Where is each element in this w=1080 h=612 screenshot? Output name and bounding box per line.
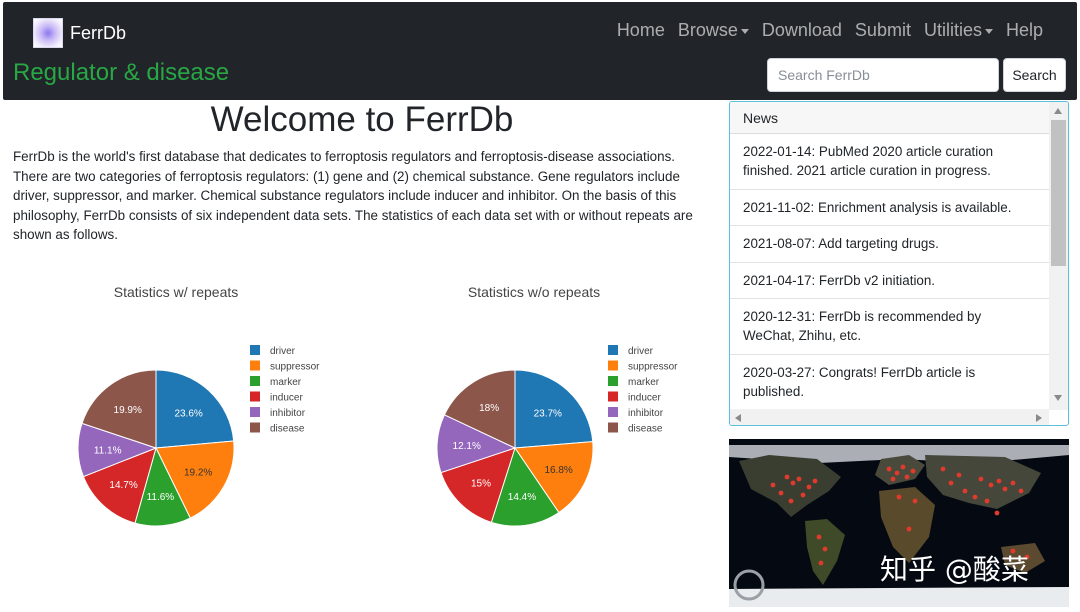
scroll-right-arrow-icon[interactable] [1036,414,1042,422]
news-panel: News 2022-01-14: PubMed 2020 article cur… [729,101,1069,426]
chart-title-without-repeats: Statistics w/o repeats [468,284,600,300]
legend-label-suppressor[interactable]: suppressor [628,362,678,373]
nav-utilities-dropdown[interactable]: Utilities [924,20,993,41]
news-vertical-scrollbar[interactable] [1049,102,1068,410]
legend-swatch-driver[interactable] [250,345,260,355]
legend-swatch-inhibitor[interactable] [250,407,260,417]
legend-label-driver[interactable]: driver [628,346,654,357]
news-item: 2020-12-31: FerrDb is recommended by WeC… [730,299,1049,355]
legend-swatch-inducer[interactable] [608,391,618,402]
news-horizontal-scrollbar[interactable] [730,409,1049,425]
legend-label-inducer[interactable]: inducer [270,393,303,404]
statistics-charts: Statistics w/ repeats Statistics w/o rep… [77,284,678,527]
pie-slice-label: 12.1% [453,441,481,452]
legend-label-inhibitor[interactable]: inhibitor [628,408,664,419]
legend-without-repeats: driver suppressor marker inducer inhibitor di… [608,345,678,435]
legend-label-driver[interactable]: driver [270,346,296,357]
intro-paragraph: FerrDb is the world's first database tha… [13,149,693,243]
legend-with-repeats: driver suppressor marker inducer inhibitor di… [250,345,320,435]
legend-label-inducer[interactable]: inducer [628,393,661,404]
pie-slice-label: 14.7% [109,480,137,491]
news-item: 2022-01-14: PubMed 2020 article curation… [730,134,1049,190]
chevron-down-icon [984,28,993,34]
pie-slice-label: 16.8% [544,465,572,476]
legend-label-disease[interactable]: disease [270,424,305,435]
legend-swatch-inducer[interactable] [250,391,260,402]
news-item: 2020-03-27: Congrats! FerrDb article is … [730,355,1049,411]
chevron-down-icon [740,28,749,34]
pie-chart-without-repeats: 23.7% 16.8% 14.4% 15% 12.1% 18% [436,369,594,527]
news-item: 2021-11-02: Enrichment analysis is avail… [730,190,1049,227]
brand-name: FerrDb [70,22,127,43]
legend-swatch-marker[interactable] [250,376,260,386]
search-input[interactable] [767,58,999,92]
pie-slice-label: 15% [471,478,491,489]
scroll-up-arrow-icon[interactable] [1054,108,1062,114]
legend-swatch-disease[interactable] [608,422,618,433]
legend-label-inhibitor[interactable]: inhibitor [270,408,306,419]
nav-utilities-label: Utilities [923,20,982,40]
chart-title-with-repeats: Statistics w/ repeats [114,284,239,300]
watermark: 知乎 @酸菜 [880,553,1029,586]
legend-label-marker[interactable]: marker [628,377,660,388]
legend-label-marker[interactable]: marker [270,377,302,388]
pie-slice-label: 19.2% [184,468,212,479]
nav-home-link[interactable]: Home [617,20,665,41]
brand-logo-icon [33,18,63,48]
nav-download-link[interactable]: Download [762,20,842,41]
page-title: Welcome to FerrDb [210,100,514,139]
news-list: 2022-01-14: PubMed 2020 article curation… [730,134,1049,425]
brand[interactable]: FerrDb [33,18,126,48]
legend-swatch-suppressor[interactable] [608,360,618,371]
legend-swatch-driver[interactable] [608,345,618,355]
nav-submit-link[interactable]: Submit [855,20,911,41]
news-header: News [730,102,1049,134]
pie-slice-label: 18% [479,403,499,414]
nav-browse-dropdown[interactable]: Browse [678,20,749,41]
pie-slice-label: 23.6% [174,408,202,419]
legend-swatch-suppressor[interactable] [250,360,260,371]
legend-swatch-marker[interactable] [608,376,618,386]
section-subtitle: Regulator & disease [13,59,230,86]
search-button[interactable]: Search [1003,58,1066,92]
legend-swatch-inhibitor[interactable] [608,407,618,417]
scroll-down-arrow-icon[interactable] [1054,395,1062,401]
news-item: 2021-04-17: FerrDb v2 initiation. [730,263,1049,300]
pie-slice-label: 19.9% [114,405,142,416]
nav-browse-label: Browse [677,20,738,40]
pie-chart-with-repeats: 23.6% 19.2% 11.6% 14.7% 11.1% 19.9% [77,369,235,527]
scroll-left-arrow-icon[interactable] [735,414,741,422]
legend-swatch-disease[interactable] [250,422,260,433]
nav-menu: Home Browse Download Submit Utilities He… [604,20,1043,41]
scrollbar-thumb[interactable] [1051,120,1066,266]
legend-label-disease[interactable]: disease [628,424,663,435]
news-item: 2021-08-07: Add targeting drugs. [730,226,1049,263]
pie-slice-label: 11.1% [94,445,122,456]
pie-slice-label: 11.6% [147,492,175,503]
pie-slice-label: 23.7% [534,408,562,419]
legend-label-suppressor[interactable]: suppressor [270,362,320,373]
nav-help-link[interactable]: Help [1006,20,1043,41]
pie-slice-label: 14.4% [508,492,536,503]
